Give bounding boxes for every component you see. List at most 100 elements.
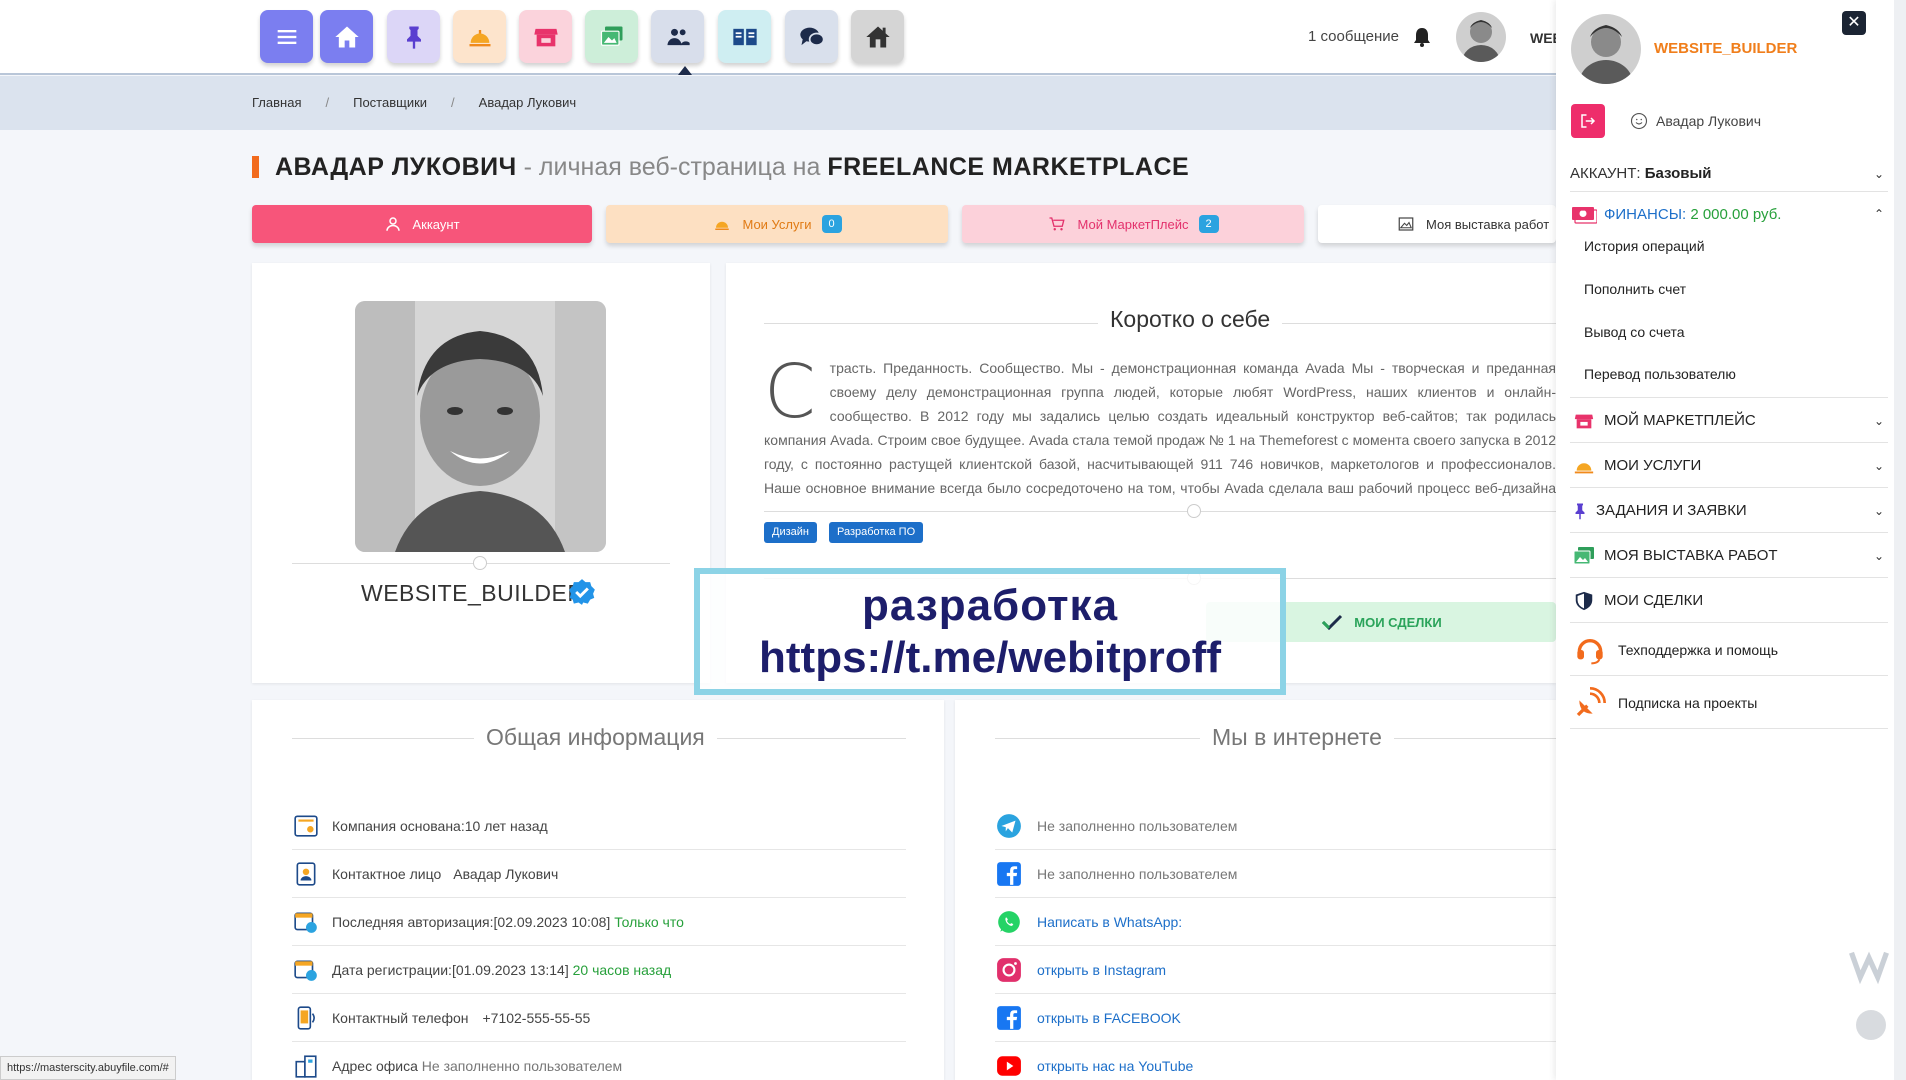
breadcrumb-suppliers[interactable]: Поставщики	[353, 95, 427, 110]
watermark-line1: разработка	[861, 581, 1119, 630]
general-info-title: Общая информация	[474, 724, 717, 751]
last-login-label: Последняя авторизация:	[332, 913, 494, 930]
panel-scrollbar[interactable]	[1894, 0, 1906, 1080]
info-contact: Контактное лицо Авадар Лукович	[292, 850, 906, 898]
tab-marketplace-label: Мой МаркетПлейс	[1077, 216, 1189, 232]
finance-topup-link[interactable]: Пополнить счет	[1584, 281, 1686, 297]
facebook-link[interactable]: открыть в FACEBOOK	[1037, 1010, 1181, 1026]
chevron-down-icon: ⌄	[1873, 413, 1884, 428]
user-icon	[386, 217, 401, 231]
net-facebook-link[interactable]: открыть в FACEBOOK	[995, 994, 1556, 1042]
panel-account-row[interactable]: АККАУНТ: Базовый ⌄	[1570, 156, 1888, 192]
facebook-value: Не заполненно пользователем	[1037, 865, 1238, 882]
youtube-link[interactable]: открыть нас на YouTube	[1037, 1058, 1193, 1074]
watermark-line2: https://t.me/webitproff	[759, 633, 1221, 682]
house-button[interactable]	[851, 10, 904, 63]
corner-widget-icon[interactable]	[1856, 1010, 1886, 1040]
exhibition-button[interactable]	[585, 10, 638, 63]
marketplace-button[interactable]	[519, 10, 572, 63]
panel-support-row[interactable]: Техподдержка и помощь	[1570, 624, 1888, 676]
panel-tasks-row[interactable]: ЗАДАНИЯ И ЗАЯВКИ ⌄	[1570, 489, 1888, 533]
breadcrumb-bar: Главная / Поставщики / Авадар Лукович	[0, 76, 1556, 130]
panel-marketplace-row[interactable]: МОЙ МАРКЕТПЛЕЙС ⌄	[1570, 399, 1888, 443]
logout-button[interactable]	[1571, 104, 1605, 138]
account-label: АККАУНТ:	[1570, 165, 1641, 182]
whatsapp-link[interactable]: Написать в WhatsApp:	[1037, 914, 1182, 930]
finance-transfer-link[interactable]: Перевод пользователю	[1584, 366, 1736, 382]
chevron-down-icon: ⌄	[1873, 548, 1884, 563]
page-title-middle: - личная веб-страница на	[516, 153, 828, 181]
smile-icon	[1630, 112, 1648, 130]
tab-services[interactable]: Мои Услуги 0	[606, 205, 948, 243]
service-bell-icon	[469, 29, 490, 46]
users-button[interactable]	[651, 10, 704, 63]
contact-label: Контактное лицо	[332, 865, 442, 882]
service-bell-icon	[715, 221, 730, 230]
menu-button[interactable]	[260, 10, 313, 63]
pin-icon	[1570, 497, 1590, 525]
services-button[interactable]	[453, 10, 506, 63]
page-title: АВАДАР ЛУКОВИЧ - личная веб-страница на …	[275, 153, 1189, 182]
top-avatar[interactable]	[1456, 12, 1506, 62]
internet-title: Мы в интернете	[1200, 724, 1394, 751]
chevron-down-icon: ⌄	[1873, 166, 1884, 181]
gallery-icon	[600, 26, 622, 46]
messages-button[interactable]	[785, 10, 838, 63]
founded-value: 10 лет назад	[464, 817, 548, 834]
breadcrumb-separator: /	[325, 95, 330, 110]
store-icon	[533, 28, 558, 46]
panel-deals-label: МОИ СДЕЛКИ	[1604, 592, 1704, 609]
image-icon	[1398, 217, 1414, 231]
breadcrumb-home[interactable]: Главная	[252, 95, 301, 110]
panel-user-fullname-label: Авадар Лукович	[1656, 113, 1761, 129]
shield-icon	[1570, 587, 1598, 615]
panel-marketplace-label: МОЙ МАРКЕТПЛЕЙС	[1604, 412, 1756, 429]
catalog-button[interactable]	[718, 10, 771, 63]
logout-icon	[1581, 114, 1596, 128]
tab-marketplace[interactable]: Мой МаркетПлейс 2	[962, 205, 1304, 243]
users-icon	[667, 28, 690, 45]
net-youtube[interactable]: открыть нас на YouTube	[995, 1042, 1556, 1080]
messages-count[interactable]: 1 сообщение	[1308, 28, 1399, 45]
panel-exhibition-row[interactable]: МОЯ ВЫСТАВКА РАБОТ ⌄	[1570, 534, 1888, 578]
tag-software[interactable]: Разработка ПО	[829, 522, 924, 543]
store-icon	[1570, 407, 1598, 435]
phone-icon	[292, 1004, 320, 1032]
tab-marketplace-badge: 2	[1198, 215, 1219, 233]
net-whatsapp[interactable]: Написать в WhatsApp:	[995, 898, 1556, 946]
panel-deals-row[interactable]: МОИ СДЕЛКИ	[1570, 579, 1888, 623]
title-accent	[252, 156, 259, 178]
home-button[interactable]	[320, 10, 373, 63]
panel-finance-row[interactable]: ФИНАНСЫ: 2 000.00 руб. ⌃	[1570, 196, 1888, 232]
info-last-login: Последняя авторизация: [02.09.2023 10:08…	[292, 898, 906, 946]
tab-exhibition[interactable]: Моя выставка работ	[1318, 205, 1556, 243]
tab-services-badge: 0	[821, 215, 842, 233]
instagram-link[interactable]: открыть в Instagram	[1037, 962, 1166, 978]
pin-icon	[406, 26, 421, 49]
cart-icon	[1049, 217, 1066, 231]
tab-account-label: Аккаунт	[412, 216, 460, 232]
panel-user-fullname[interactable]: Авадар Лукович	[1630, 112, 1761, 130]
bell-icon[interactable]	[1410, 25, 1434, 49]
panel-exhibition-label: МОЯ ВЫСТАВКА РАБОТ	[1604, 547, 1778, 564]
panel-avatar[interactable]	[1571, 14, 1641, 84]
chat-icon	[799, 27, 825, 46]
panel-close-button[interactable]: ✕	[1842, 11, 1866, 35]
net-instagram[interactable]: открыть в Instagram	[995, 946, 1556, 994]
panel-username[interactable]: WEBSITE_BUILDER	[1654, 40, 1797, 57]
finance-withdraw-link[interactable]: Вывод со счета	[1584, 324, 1685, 340]
tasks-button[interactable]	[387, 10, 440, 63]
net-facebook: Не заполненно пользователем	[995, 850, 1556, 898]
tag-design[interactable]: Дизайн	[764, 522, 817, 543]
whatsapp-icon	[995, 908, 1023, 936]
panel-services-row[interactable]: МОИ УСЛУГИ ⌄	[1570, 444, 1888, 488]
finance-history-link[interactable]: История операций	[1584, 238, 1705, 254]
tab-services-label: Мои Услуги	[742, 216, 812, 232]
watermark-overlay: разработка https://t.me/webitproff	[694, 568, 1286, 695]
calendar-clock-icon	[292, 908, 320, 936]
panel-subscribe-row[interactable]: Подписка на проекты	[1570, 677, 1888, 729]
top-username[interactable]: WEBSITE_BUILDER	[1530, 30, 1556, 46]
finance-divider	[1570, 397, 1888, 398]
tab-account[interactable]: Аккаунт	[252, 205, 592, 243]
breadcrumb-current: Авадар Лукович	[478, 95, 577, 110]
